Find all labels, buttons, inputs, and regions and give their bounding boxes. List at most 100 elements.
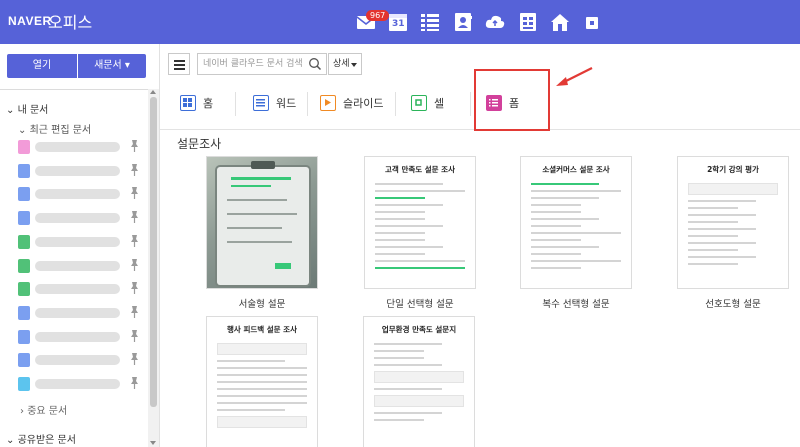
hamburger-line [174, 68, 185, 70]
pin-icon[interactable] [128, 258, 140, 272]
scroll-thumb[interactable] [150, 97, 157, 407]
template-caption: 선호도형 설문 [705, 299, 761, 310]
template-card-preference[interactable]: 2학기 강의 평가 [677, 156, 789, 289]
form-line [227, 227, 282, 229]
preview-line [531, 260, 621, 262]
chevron-down-icon [351, 63, 357, 67]
preview-line [217, 381, 307, 383]
template-card-essay[interactable] [206, 156, 318, 289]
document-name-redacted [35, 355, 120, 366]
tree-favorite-documents[interactable]: › 중요 문서 [20, 402, 67, 417]
left-sidebar: 열기 새문서 ▾ ⌄ 내 문서 ⌄ 최근 편집 문서 › 중요 문서 ⌄ 공유받… [0, 44, 160, 447]
preview-line [688, 200, 756, 202]
preview-line [688, 221, 738, 223]
new-document-button[interactable]: 새문서 ▾ [78, 54, 146, 78]
pin-icon[interactable] [128, 376, 140, 390]
recent-document-item[interactable] [18, 352, 146, 368]
scroll-up-arrow-icon[interactable] [150, 90, 156, 94]
recent-document-item[interactable] [18, 186, 146, 202]
scroll-down-arrow-icon[interactable] [150, 441, 156, 445]
search-icon[interactable] [308, 57, 322, 71]
template-card-work-environment[interactable]: 업무환경 만족도 설문지 [363, 316, 475, 447]
preview-line [531, 267, 581, 269]
open-button[interactable]: 열기 [7, 54, 77, 78]
recent-document-item[interactable] [18, 139, 146, 155]
tree-shared-documents[interactable]: ⌄ 공유받은 문서 [6, 431, 76, 446]
pin-icon[interactable] [128, 210, 140, 224]
recent-document-item[interactable] [18, 329, 146, 345]
pin-icon[interactable] [128, 352, 140, 366]
pin-icon[interactable] [128, 281, 140, 295]
form-tab-highlight-box [474, 69, 550, 131]
preview-line [217, 409, 285, 411]
naver-logo[interactable]: NAVER [8, 14, 52, 28]
recent-document-item[interactable] [18, 210, 146, 226]
tab-divider [235, 92, 236, 116]
pin-icon[interactable] [128, 234, 140, 248]
recent-document-item[interactable] [18, 163, 146, 179]
form-line [231, 177, 291, 180]
preview-line [688, 249, 738, 251]
template-card-single-choice[interactable]: 고객 만족도 설문 조사 [364, 156, 476, 289]
recent-document-item[interactable] [18, 376, 146, 392]
template-title: 업무환경 만족도 설문지 [381, 325, 457, 334]
preview-line [531, 218, 599, 220]
preview-line [375, 267, 465, 269]
pin-icon[interactable] [128, 139, 140, 153]
home-icon[interactable] [549, 11, 571, 33]
hamburger-line [174, 64, 185, 66]
pin-icon[interactable] [128, 305, 140, 319]
product-name[interactable]: 오피스 [48, 9, 92, 33]
tree-shared-documents-label: 공유받은 문서 [17, 435, 76, 446]
tab-divider [395, 92, 396, 116]
preview-line [375, 190, 465, 192]
preview-line [375, 218, 425, 220]
document-name-redacted [35, 379, 120, 389]
recent-document-item[interactable] [18, 234, 146, 250]
form-line [227, 241, 292, 243]
tree-my-documents-label: 내 문서 [17, 105, 49, 116]
pin-icon[interactable] [128, 163, 140, 177]
search-input[interactable] [203, 57, 307, 71]
preview-line [375, 260, 465, 262]
tab-slide-label: 슬라이드 [343, 97, 384, 110]
preview-line [375, 253, 425, 255]
pin-icon[interactable] [128, 186, 140, 200]
document-name-redacted [35, 331, 120, 342]
recent-document-item[interactable] [18, 305, 146, 321]
list-icon[interactable] [419, 11, 441, 33]
recent-document-item[interactable] [18, 258, 146, 274]
preview-line [688, 263, 738, 265]
preview-line [375, 225, 443, 227]
template-card-event-feedback[interactable]: 행사 피드백 설문 조사 [206, 316, 318, 447]
pin-icon[interactable] [128, 329, 140, 343]
slide-play-icon [320, 95, 336, 111]
office-icon[interactable] [517, 11, 539, 33]
preview-line [688, 242, 756, 244]
preview-box [217, 416, 307, 428]
template-caption: 단일 선택형 설문 [386, 299, 454, 310]
detail-search-dropdown[interactable]: 상세 [328, 53, 362, 75]
tab-divider [470, 92, 471, 116]
naver-office-window: NAVER 오피스 967 31 열기 새문서 ▾ ⌄ 내 문서 ⌄ 최근 편집… [0, 0, 800, 447]
more-icon[interactable] [581, 11, 603, 33]
preview-line [531, 246, 599, 248]
tree-recent-documents[interactable]: ⌄ 최근 편집 문서 [18, 121, 91, 136]
preview-line [688, 235, 738, 237]
home-grid-icon [180, 95, 196, 111]
contacts-icon[interactable] [452, 11, 474, 33]
preview-line [217, 395, 307, 397]
template-card-multi-choice[interactable]: 소셜커머스 설문 조사 [520, 156, 632, 289]
recent-document-item[interactable] [18, 281, 146, 297]
tree-my-documents[interactable]: ⌄ 내 문서 [6, 101, 48, 116]
preview-line [375, 232, 425, 234]
template-title: 행사 피드백 설문 조사 [227, 325, 297, 334]
mail-count-badge: 967 [366, 10, 390, 21]
template-preview [375, 183, 465, 274]
cloud-icon[interactable] [484, 11, 506, 33]
preview-line [531, 183, 599, 185]
sidebar-scrollbar[interactable] [148, 89, 159, 447]
calendar-icon[interactable]: 31 [387, 11, 409, 33]
menu-toggle-button[interactable] [168, 53, 190, 75]
preview-line [217, 367, 307, 369]
